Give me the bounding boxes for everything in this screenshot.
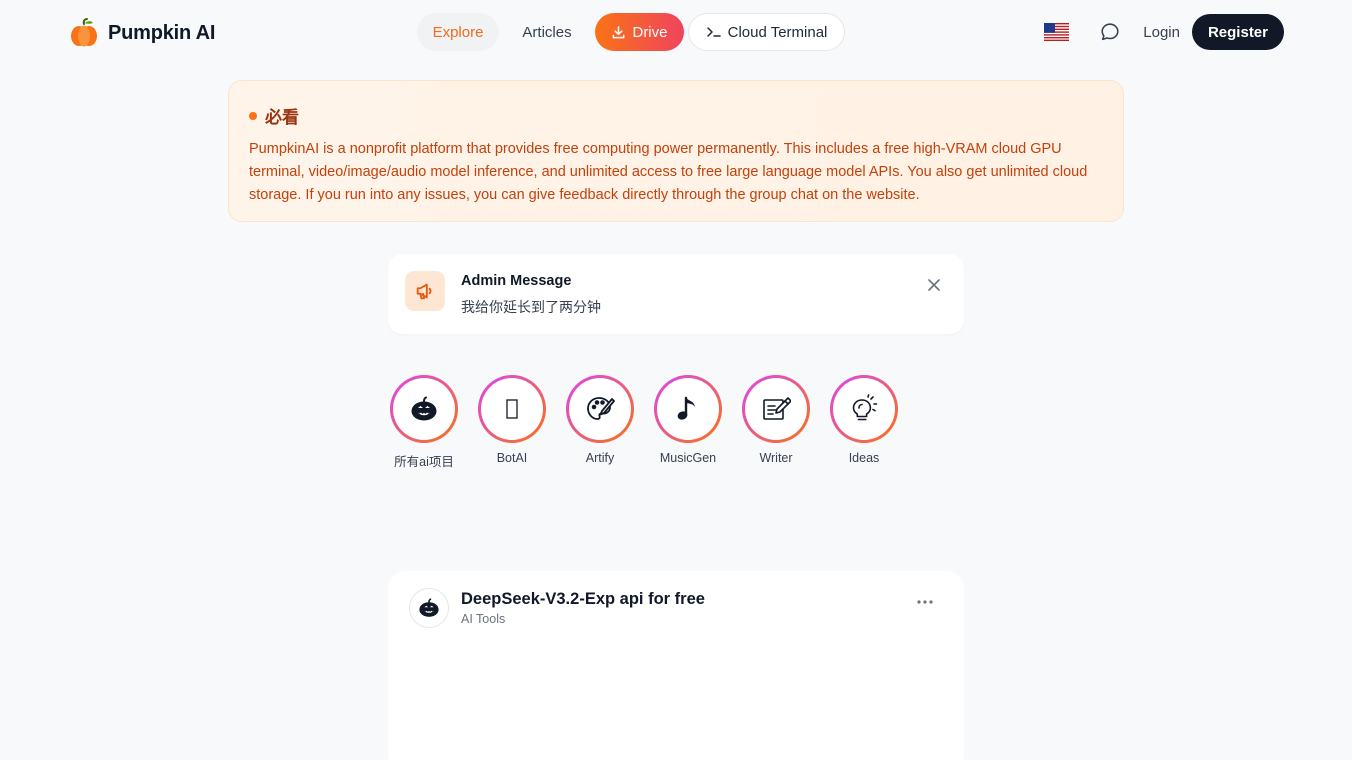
post-category[interactable]: AI Tools <box>461 612 505 626</box>
nav-drive-label: Drive <box>632 23 668 41</box>
admin-message-card: Admin Message 我给你延长到了两分钟 <box>388 254 964 334</box>
music-note-icon <box>677 396 695 420</box>
post-card[interactable]: DeepSeek-V3.2-Exp api for free AI Tools <box>388 571 964 760</box>
notice-card: 必看 PumpkinAI is a nonprofit platform tha… <box>228 80 1124 222</box>
notice-heading: 必看 <box>249 103 1103 128</box>
notice-title: 必看 <box>265 108 299 127</box>
app-label: Ideas <box>848 451 880 465</box>
app-ring <box>654 375 722 443</box>
app-botai[interactable]: BotAI <box>478 375 546 470</box>
close-icon[interactable] <box>926 277 942 293</box>
app-label: Artify <box>585 451 615 465</box>
writing-icon <box>763 397 791 420</box>
nav-articles-label: Articles <box>522 23 572 41</box>
app-label: BotAI <box>496 451 528 465</box>
register-button[interactable]: Register <box>1191 14 1284 50</box>
app-icon-holder <box>745 378 807 440</box>
top-header: Pumpkin AI Explore Articles Drive Cloud … <box>0 0 1352 64</box>
login-link[interactable]: Login <box>1143 24 1180 41</box>
app-label: MusicGen <box>659 451 717 465</box>
avatar[interactable] <box>409 588 449 628</box>
admin-message-text: 我给你延长到了两分钟 <box>461 299 601 315</box>
nav-cloud-terminal-label: Cloud Terminal <box>727 23 828 41</box>
lightbulb-icon <box>852 394 878 421</box>
apps-row: 所有ai项目 BotAI Artify MusicGen Writer Idea… <box>390 375 898 470</box>
nav-explore-label: Explore <box>432 23 484 41</box>
logo-link[interactable]: Pumpkin AI <box>68 17 215 49</box>
terminal-icon <box>706 27 721 37</box>
app-icon-holder <box>657 378 719 440</box>
pumpkin-logo-icon <box>71 18 97 47</box>
download-icon <box>613 25 625 38</box>
app-icon-holder <box>481 378 543 440</box>
app-writer[interactable]: Writer <box>742 375 810 470</box>
notice-body: PumpkinAI is a nonprofit platform that p… <box>249 141 1088 203</box>
us-flag-icon[interactable] <box>1044 23 1070 41</box>
megaphone-icon <box>405 271 445 311</box>
nav-articles[interactable]: Articles <box>503 13 591 51</box>
app-ring <box>390 375 458 443</box>
app-ideas[interactable]: Ideas <box>830 375 898 470</box>
more-options-icon[interactable] <box>916 599 934 605</box>
app-artify[interactable]: Artify <box>566 375 634 470</box>
chat-bubble-icon[interactable] <box>1099 21 1121 43</box>
app-all-ai-projects[interactable]: 所有ai项目 <box>390 375 458 470</box>
palette-icon <box>587 397 615 420</box>
logo-text: Pumpkin AI <box>108 21 216 44</box>
header-actions: Login Register <box>1044 14 1284 50</box>
app-icon-holder <box>569 378 631 440</box>
notice-dot <box>249 111 257 120</box>
pumpkin-icon <box>419 598 439 617</box>
main-nav: Explore Articles Drive Cloud Terminal <box>417 13 845 51</box>
admin-message-title: Admin Message <box>461 273 572 289</box>
pumpkin-icon <box>411 396 437 421</box>
app-label: 所有ai项目 <box>394 455 454 469</box>
app-ring <box>830 375 898 443</box>
post-title[interactable]: DeepSeek-V3.2-Exp api for free <box>461 590 705 609</box>
bot-icon <box>506 399 518 419</box>
app-musicgen[interactable]: MusicGen <box>654 375 722 470</box>
app-ring <box>566 375 634 443</box>
app-ring <box>478 375 546 443</box>
nav-explore[interactable]: Explore <box>417 13 499 51</box>
app-icon-holder <box>393 378 455 440</box>
app-ring <box>742 375 810 443</box>
nav-drive-button[interactable]: Drive <box>595 13 684 51</box>
nav-cloud-terminal-button[interactable]: Cloud Terminal <box>688 13 845 51</box>
app-label: Writer <box>759 451 793 465</box>
app-icon-holder <box>833 378 895 440</box>
